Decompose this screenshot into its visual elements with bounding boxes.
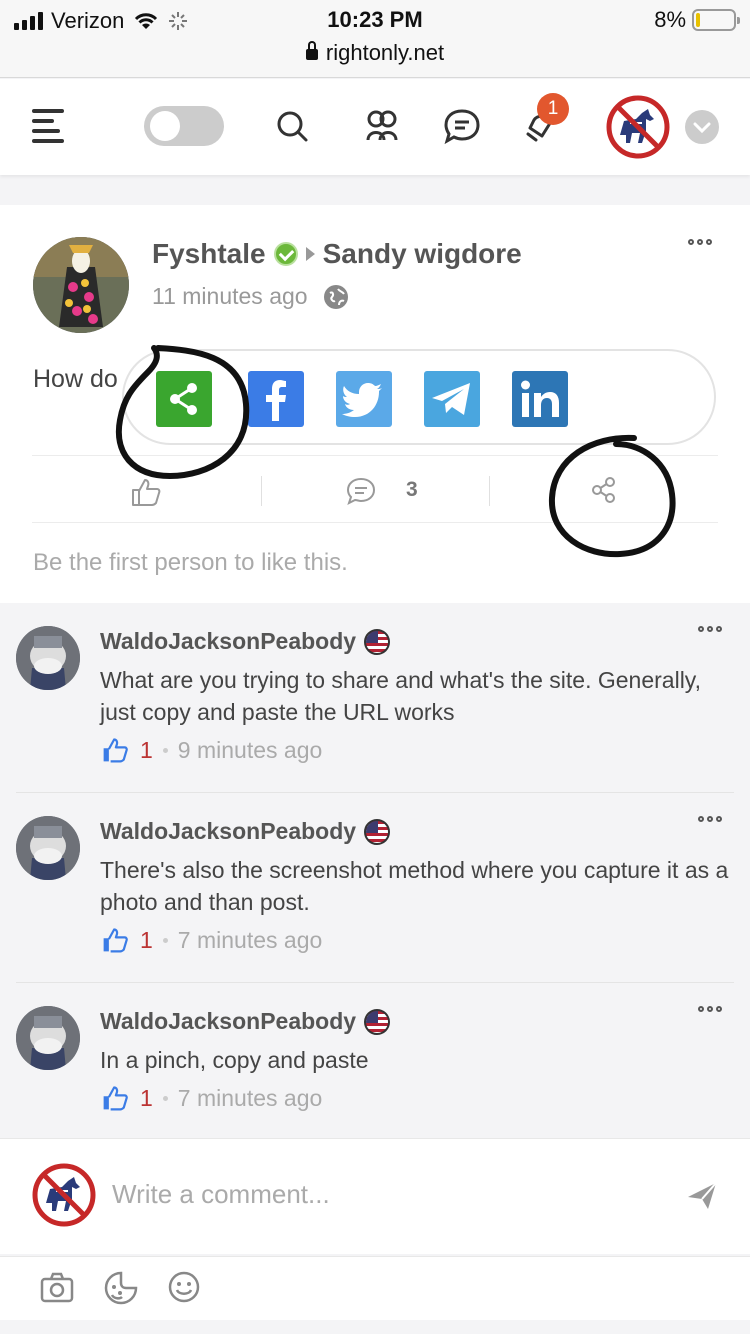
- sticker-icon[interactable]: [104, 1271, 138, 1305]
- twitter-icon[interactable]: [336, 371, 392, 427]
- like-icon[interactable]: [100, 1084, 130, 1112]
- comment-divider: [16, 792, 734, 793]
- clock: 10:23 PM: [327, 7, 423, 32]
- post-options-icon[interactable]: [688, 239, 712, 245]
- post-actions: 3: [32, 455, 718, 523]
- comment-meta: 1 7 minutes ago: [100, 1084, 322, 1112]
- post-author-avatar[interactable]: [33, 237, 129, 333]
- avatar-image: [33, 237, 129, 333]
- share-icon[interactable]: [156, 371, 212, 427]
- post-author-name[interactable]: Fyshtale: [152, 238, 266, 270]
- divider: [261, 476, 262, 506]
- linkedin-icon[interactable]: [512, 371, 568, 427]
- app-header: 1: [0, 79, 750, 175]
- commenter-name[interactable]: WaldoJacksonPeabody: [100, 1008, 356, 1035]
- battery-percent: 8%: [654, 7, 686, 32]
- separator-dot: [162, 747, 168, 753]
- like-icon[interactable]: [130, 476, 162, 508]
- arrow-right-icon: [305, 247, 315, 261]
- menu-icon[interactable]: [32, 109, 68, 143]
- comment-options-icon[interactable]: [698, 1006, 722, 1012]
- comment-input[interactable]: Write a comment...: [112, 1179, 330, 1210]
- post-text: How do: [33, 365, 118, 393]
- theme-toggle[interactable]: [144, 106, 224, 146]
- like-prompt: Be the first person to like this.: [33, 549, 348, 576]
- commenter-name[interactable]: WaldoJacksonPeabody: [100, 818, 356, 845]
- commenter-avatar[interactable]: [16, 1006, 80, 1070]
- battery-info: 8%: [654, 7, 740, 33]
- like-count: 1: [140, 1084, 153, 1111]
- comment-options-icon[interactable]: [698, 626, 722, 632]
- address-bar[interactable]: rightonly.net: [0, 40, 750, 66]
- share-menu: [122, 349, 716, 445]
- verified-icon: [273, 242, 298, 266]
- commenter-avatar[interactable]: [16, 816, 80, 880]
- status-bar: Verizon 10:23 PM 8% rightonly.net: [0, 0, 750, 78]
- post-time[interactable]: 11 minutes ago: [152, 283, 308, 310]
- camera-icon[interactable]: [40, 1271, 74, 1303]
- notification-badge: 1: [537, 93, 569, 125]
- separator-dot: [162, 937, 168, 943]
- flag-icon: [364, 818, 391, 845]
- comment-composer: Write a comment...: [0, 1138, 750, 1254]
- facebook-icon[interactable]: [248, 371, 304, 427]
- user-avatar: [32, 1163, 96, 1227]
- post-target-name[interactable]: Sandy wigdore: [323, 238, 522, 270]
- post-card: Fyshtale Sandy wigdore 11 minutes ago Ho…: [0, 205, 750, 603]
- post-header: Fyshtale Sandy wigdore: [152, 238, 522, 270]
- search-icon[interactable]: [272, 106, 312, 146]
- comment-time[interactable]: 9 minutes ago: [178, 737, 322, 764]
- user-avatar[interactable]: [606, 95, 670, 159]
- like-icon[interactable]: [100, 926, 130, 954]
- globe-icon: [323, 284, 348, 309]
- post-meta: 11 minutes ago: [152, 283, 348, 310]
- comment-text: There's also the screenshot method where…: [100, 857, 729, 915]
- flag-icon: [364, 628, 391, 655]
- telegram-icon[interactable]: [424, 371, 480, 427]
- comment-text: In a pinch, copy and paste: [100, 1047, 369, 1073]
- like-count: 1: [140, 926, 153, 953]
- comment-meta: 1 7 minutes ago: [100, 926, 322, 954]
- composer-toolbar: [0, 1256, 750, 1320]
- send-icon[interactable]: [686, 1181, 718, 1211]
- lock-icon: [305, 41, 318, 60]
- like-icon[interactable]: [100, 736, 130, 764]
- comment-divider: [16, 982, 734, 983]
- share-icon[interactable]: [590, 476, 618, 504]
- url-text: rightonly.net: [325, 40, 445, 65]
- emoji-icon[interactable]: [168, 1271, 200, 1303]
- like-count: 1: [140, 736, 153, 763]
- comment-icon[interactable]: [346, 476, 376, 506]
- battery-icon: [692, 9, 740, 31]
- comment-count: 3: [406, 478, 418, 501]
- comment-options-icon[interactable]: [698, 816, 722, 822]
- commenter-name[interactable]: WaldoJacksonPeabody: [100, 628, 356, 655]
- comment-time[interactable]: 7 minutes ago: [178, 927, 322, 954]
- divider: [489, 476, 490, 506]
- separator-dot: [162, 1095, 168, 1101]
- comment-time[interactable]: 7 minutes ago: [178, 1085, 322, 1112]
- comment-text: What are you trying to share and what's …: [100, 667, 701, 725]
- comment-meta: 1 9 minutes ago: [100, 736, 322, 764]
- chat-icon[interactable]: [442, 106, 482, 146]
- chevron-down-icon[interactable]: [685, 110, 719, 144]
- groups-icon[interactable]: [362, 106, 402, 146]
- flag-icon: [364, 1008, 391, 1035]
- commenter-avatar[interactable]: [16, 626, 80, 690]
